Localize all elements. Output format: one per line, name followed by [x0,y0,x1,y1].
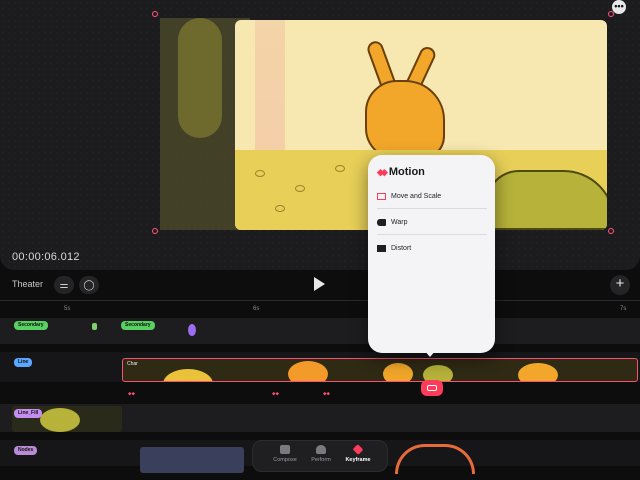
move-scale-icon [377,192,386,200]
clip-thumbnail [383,363,413,381]
sliders-icon[interactable]: ⚌ [54,276,74,294]
track-label[interactable]: Line_Fill [14,409,43,418]
selection-handle[interactable] [152,228,158,234]
track-label[interactable]: Secondary [14,321,48,330]
character-body [365,80,445,160]
divider [377,234,487,235]
keyframe-marker[interactable]: ⬥⬥ [323,391,330,397]
keyframe-icon: ◆◆ [377,166,388,177]
tab-keyframe[interactable]: Keyframe [338,444,378,463]
theater-button[interactable]: Theater [12,279,43,289]
ground-hole [255,170,265,177]
popover-title: ◆◆ Motion [377,166,425,178]
tab-label: Compose [273,457,297,463]
tab-compose[interactable]: Compose [265,445,305,463]
track-thumbnail [40,408,80,432]
selection-handle[interactable] [152,11,158,17]
ruler-tick: 6s [253,306,260,312]
track-label[interactable]: Nodes [14,446,38,455]
preview-canvas[interactable]: ••• 00:00:06.012 [0,0,640,270]
clip-thumbnail [163,369,213,381]
clip-thumbnail [518,363,558,381]
divider [377,208,487,209]
app-window: ••• 00:00:06.012 Theater ⚌ ◯ + 5s 6s 7s … [0,0,640,480]
menu-item-distort[interactable]: Distort [377,238,487,258]
offscreen-character [178,18,222,138]
selected-clip[interactable]: Char [122,358,638,382]
selection-handle[interactable] [608,228,614,234]
clip-label: Char [127,361,138,367]
keyframe-icon [352,444,364,455]
track-thumbnail [140,447,244,473]
track-thumbnail [188,324,196,336]
ruler-tick: 7s [620,306,627,312]
play-icon[interactable] [314,277,325,291]
popover-arrow [424,350,436,357]
track-thumbnail [92,323,97,330]
timecode: 00:00:06.012 [12,251,80,263]
keyframe-button[interactable] [421,380,443,396]
menu-item-move-and-scale[interactable]: Move and Scale [377,186,487,206]
perform-icon [316,445,326,454]
track-label[interactable]: Secondary [121,321,155,330]
track-label[interactable]: Line [14,358,33,367]
menu-item-warp[interactable]: Warp [377,212,487,232]
plus-icon[interactable]: + [610,275,630,295]
motion-popover: ◆◆ Motion Move and Scale Warp Distort [368,155,495,353]
timeline-toolbar: Theater ⚌ ◯ + [0,272,640,300]
keyframe-marker[interactable]: ⬥⬥ [272,391,279,397]
warp-icon [377,218,386,226]
speech-bubble-icon[interactable]: ◯ [79,276,99,294]
keyframe-marker[interactable]: ⬥⬥ [128,391,135,397]
green-character[interactable] [485,170,607,230]
distort-icon [377,244,386,252]
time-ruler[interactable]: 5s 6s 7s [0,300,640,314]
clip-thumbnail [288,361,328,381]
compose-icon [280,445,290,454]
tab-label: Keyframe [345,457,371,463]
ground-hole [275,205,285,212]
tab-perform[interactable]: Perform [301,445,341,463]
mode-tabbar: Compose Perform Keyframe [252,440,388,472]
ground-hole [295,185,305,192]
tab-label: Perform [311,457,331,463]
more-icon[interactable]: ••• [612,0,626,14]
ground-hole [335,165,345,172]
background-streak [255,20,285,170]
track-row[interactable] [0,318,640,344]
ruler-tick: 5s [64,306,71,312]
